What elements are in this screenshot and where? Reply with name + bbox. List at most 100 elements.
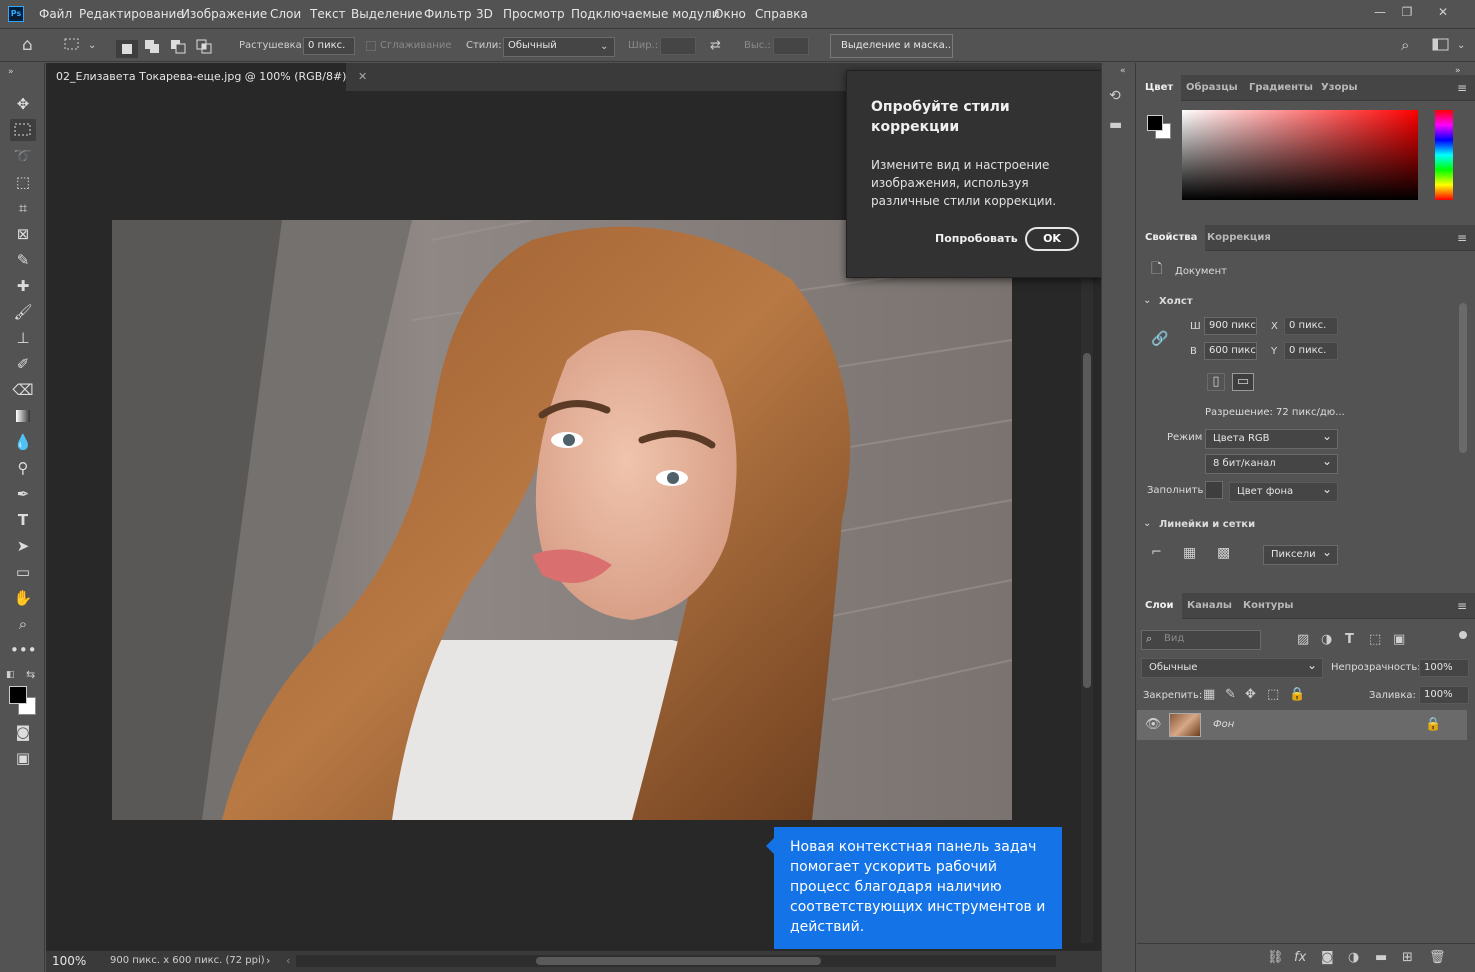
properties-scroll-thumb[interactable] — [1459, 303, 1467, 453]
healing-brush-tool-icon[interactable]: ✚ — [10, 275, 36, 297]
horizontal-scroll-thumb[interactable] — [536, 957, 821, 965]
eraser-tool-icon[interactable]: ⌫ — [10, 379, 36, 401]
menu-view[interactable]: Просмотр — [503, 7, 565, 21]
visibility-eye-icon[interactable]: 👁 — [1145, 717, 1162, 733]
portrait-orientation-icon[interactable]: ▯ — [1207, 373, 1225, 391]
lock-image-icon[interactable]: ✎ — [1225, 687, 1236, 703]
panel-menu-icon[interactable]: ≡ — [1457, 81, 1467, 95]
menu-plugins[interactable]: Подключаемые модули — [571, 7, 720, 21]
collapse-icon[interactable]: » — [8, 64, 14, 80]
adjustment-layer-icon[interactable]: ◑ — [1348, 950, 1359, 966]
vertical-scroll-thumb[interactable] — [1083, 353, 1091, 688]
blur-tool-icon[interactable]: 💧 — [10, 431, 36, 453]
crop-tool-icon[interactable]: ⌗ — [10, 197, 36, 219]
lock-position-icon[interactable]: ✥ — [1245, 687, 1256, 703]
rulers-section-title[interactable]: Линейки и сетки — [1159, 519, 1255, 530]
tab-adjustments[interactable]: Коррекция — [1199, 225, 1279, 251]
gradient-tool-icon[interactable] — [10, 405, 36, 427]
blend-mode-select[interactable]: Обычные — [1141, 658, 1323, 678]
collapse-icon[interactable]: « — [1120, 63, 1126, 79]
tab-gradients[interactable]: Градиенты — [1241, 75, 1321, 101]
image-canvas[interactable] — [112, 220, 1012, 820]
search-icon[interactable]: ⌕ — [1401, 37, 1409, 53]
canvas-y-input[interactable]: 0 пикс. — [1284, 342, 1338, 360]
document-tab[interactable]: 02_Елизавета Токарева-еще.jpg @ 100% (RG… — [46, 63, 367, 91]
eyedropper-tool-icon[interactable]: ✎ — [10, 249, 36, 271]
default-colors-icon[interactable]: ◧ — [6, 667, 15, 683]
screen-mode-icon[interactable]: ▣ — [10, 747, 36, 769]
layer-effects-icon[interactable]: fx — [1294, 950, 1306, 966]
workspace-icon[interactable] — [1432, 38, 1450, 52]
layer-name[interactable]: Фон — [1213, 719, 1234, 730]
path-selection-tool-icon[interactable]: ➤ — [10, 535, 36, 557]
lock-artboard-icon[interactable]: ⬚ — [1267, 687, 1279, 703]
fill-color-swatch[interactable] — [1205, 481, 1223, 499]
link-icon[interactable]: 🔗 — [1151, 331, 1168, 347]
tab-swatches[interactable]: Образцы — [1178, 75, 1246, 101]
tab-patterns[interactable]: Узоры — [1313, 75, 1366, 101]
layer-row[interactable]: 👁 Фон 🔒 — [1137, 710, 1467, 740]
guides-icon[interactable]: ▩ — [1217, 545, 1230, 561]
add-mask-icon[interactable]: ◙ — [1321, 950, 1334, 966]
layer-fill-input[interactable]: 100% — [1419, 686, 1469, 704]
link-layers-icon[interactable]: ⛓ — [1267, 950, 1284, 966]
chevron-down-icon[interactable]: ⌄ — [1143, 518, 1151, 529]
style-select[interactable]: Обычный — [503, 37, 615, 57]
filter-type-icon[interactable]: T — [1345, 632, 1354, 648]
height-input[interactable] — [773, 37, 809, 55]
frame-tool-icon[interactable]: ⊠ — [10, 223, 36, 245]
close-window-button[interactable]: ✕ — [1430, 4, 1456, 20]
chevron-down-icon[interactable]: ⌄ — [1457, 38, 1465, 54]
canvas-height-input[interactable]: 600 пикс. — [1204, 342, 1257, 360]
new-layer-icon[interactable]: ⊞ — [1402, 950, 1413, 966]
grid-icon[interactable]: ▦ — [1183, 545, 1196, 561]
color-fg-swatch[interactable] — [1147, 115, 1163, 131]
zoom-tool-icon[interactable]: ⌕ — [10, 613, 36, 635]
move-tool-icon[interactable]: ✥ — [10, 93, 36, 115]
units-select[interactable]: Пиксели — [1263, 545, 1338, 565]
horizontal-scrollbar[interactable] — [296, 955, 1056, 967]
chevron-down-icon[interactable]: ⌄ — [88, 38, 96, 54]
ok-button[interactable]: OK — [1025, 227, 1079, 251]
comments-panel-icon[interactable]: ▬ — [1109, 117, 1122, 133]
new-group-icon[interactable]: ▬ — [1375, 950, 1387, 966]
foreground-color-swatch[interactable] — [9, 686, 27, 704]
chevron-down-icon[interactable]: ⌄ — [1143, 295, 1151, 306]
close-tab-icon[interactable]: ✕ — [358, 70, 367, 83]
chevron-right-icon[interactable]: › — [266, 954, 270, 967]
filter-toggle[interactable] — [1459, 631, 1467, 639]
panel-menu-icon[interactable]: ≡ — [1457, 599, 1467, 613]
lasso-tool-icon[interactable]: ➰ — [10, 145, 36, 167]
tab-layers[interactable]: Слои — [1137, 593, 1182, 619]
rectangle-tool-icon[interactable]: ▭ — [10, 561, 36, 583]
color-picker-field[interactable] — [1182, 110, 1418, 200]
menu-file[interactable]: Файл — [39, 7, 72, 21]
marquee-preset-icon[interactable] — [62, 37, 82, 53]
width-input[interactable] — [660, 37, 696, 55]
menu-type[interactable]: Текст — [310, 7, 346, 21]
landscape-orientation-icon[interactable]: ▭ — [1232, 373, 1254, 391]
tab-paths[interactable]: Контуры — [1235, 593, 1301, 619]
tab-color[interactable]: Цвет — [1137, 75, 1182, 101]
pen-tool-icon[interactable]: ✒ — [10, 483, 36, 505]
canvas-x-input[interactable]: 0 пикс. — [1284, 317, 1338, 335]
menu-edit[interactable]: Редактирование — [79, 7, 184, 21]
type-tool-icon[interactable]: T — [10, 509, 36, 531]
canvas-width-input[interactable]: 900 пикс. — [1204, 317, 1257, 335]
panel-menu-icon[interactable]: ≡ — [1457, 231, 1467, 245]
opacity-input[interactable]: 100% — [1419, 659, 1469, 677]
restore-button[interactable]: ❐ — [1394, 4, 1420, 20]
feather-input[interactable]: 0 пикс. — [303, 37, 355, 55]
filter-adjustment-icon[interactable]: ◑ — [1321, 632, 1332, 648]
hue-slider[interactable] — [1435, 110, 1453, 200]
swap-icon[interactable]: ⇄ — [710, 38, 721, 54]
rect-marquee-tool-icon[interactable] — [10, 119, 36, 141]
filter-shape-icon[interactable]: ⬚ — [1369, 632, 1381, 648]
home-icon[interactable]: ⌂ — [22, 37, 33, 54]
lock-transparency-icon[interactable]: ▦ — [1203, 687, 1215, 703]
delete-layer-icon[interactable]: 🗑 — [1429, 950, 1446, 966]
chevron-left-icon[interactable]: ‹ — [286, 954, 290, 967]
tab-channels[interactable]: Каналы — [1179, 593, 1240, 619]
menu-help[interactable]: Справка — [755, 7, 808, 21]
new-selection-icon[interactable] — [116, 40, 138, 58]
